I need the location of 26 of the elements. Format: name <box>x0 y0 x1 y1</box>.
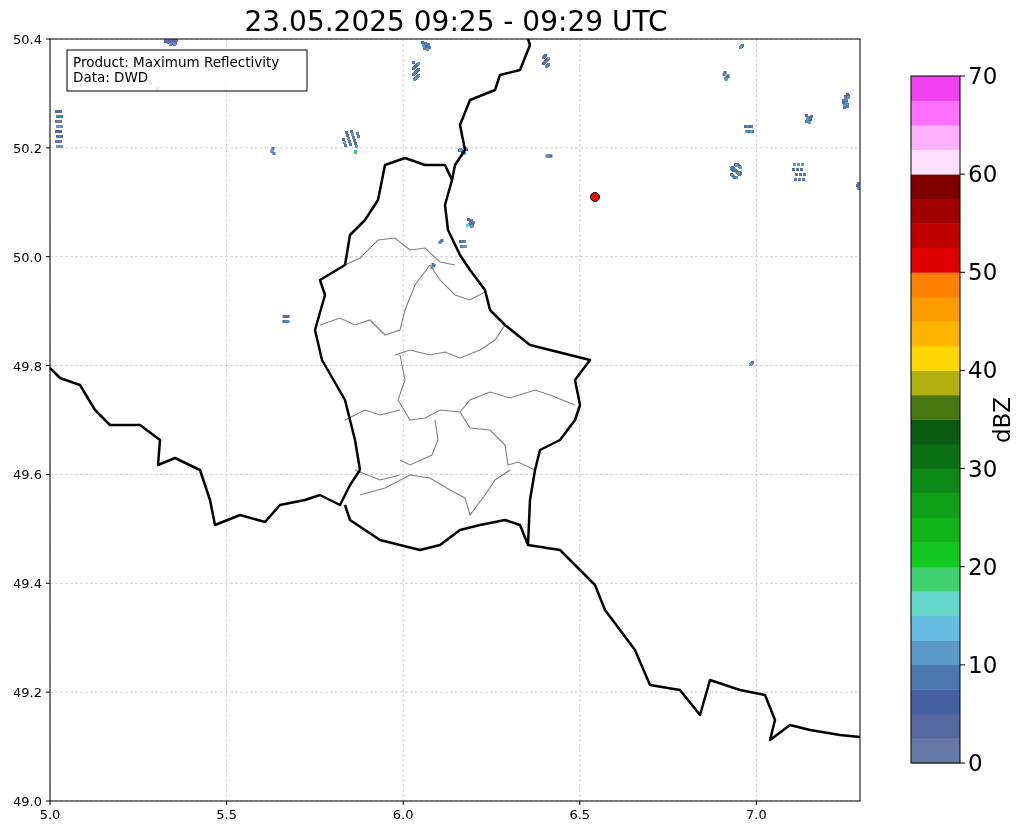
info-text: Product: Maximum Reflectivity <box>73 54 280 70</box>
y-axis-label: 49.0 <box>13 794 42 809</box>
y-axis-label: 49.6 <box>13 467 42 483</box>
y-axis-label: 49.4 <box>13 576 42 592</box>
location-marker-icon <box>590 192 600 202</box>
y-axis-label: 50.0 <box>13 249 42 265</box>
y-axis-label: 49.8 <box>13 358 42 374</box>
x-axis-label: 6.5 <box>569 807 591 822</box>
colorbar-tick-label: 20 <box>968 553 998 580</box>
info-text: Data: DWD <box>73 69 149 85</box>
colorbar-tick-label: 30 <box>968 455 998 482</box>
x-axis-label: 7.0 <box>746 807 767 822</box>
colorbar-tick-label: 50 <box>968 259 998 286</box>
colorbar-tick-label: 40 <box>968 357 998 384</box>
chart-title: 23.05.2025 09:25 - 09:29 UTC <box>244 5 668 38</box>
colorbar-tick-label: 0 <box>968 750 983 776</box>
x-axis-label: 5.0 <box>39 807 61 822</box>
colorbar-tick-label: 60 <box>968 161 998 188</box>
x-axis-label: 5.5 <box>216 807 237 822</box>
colorbar-label: dBZ <box>989 396 1015 444</box>
y-axis-label: 49.2 <box>13 685 42 701</box>
y-axis-label: 50.4 <box>13 32 42 47</box>
x-axis-label: 6.0 <box>392 807 414 822</box>
colorbar-tick-label: 10 <box>968 651 998 678</box>
y-axis-label: 50.2 <box>13 140 42 156</box>
colorbar-tick-label: 70 <box>968 63 998 89</box>
